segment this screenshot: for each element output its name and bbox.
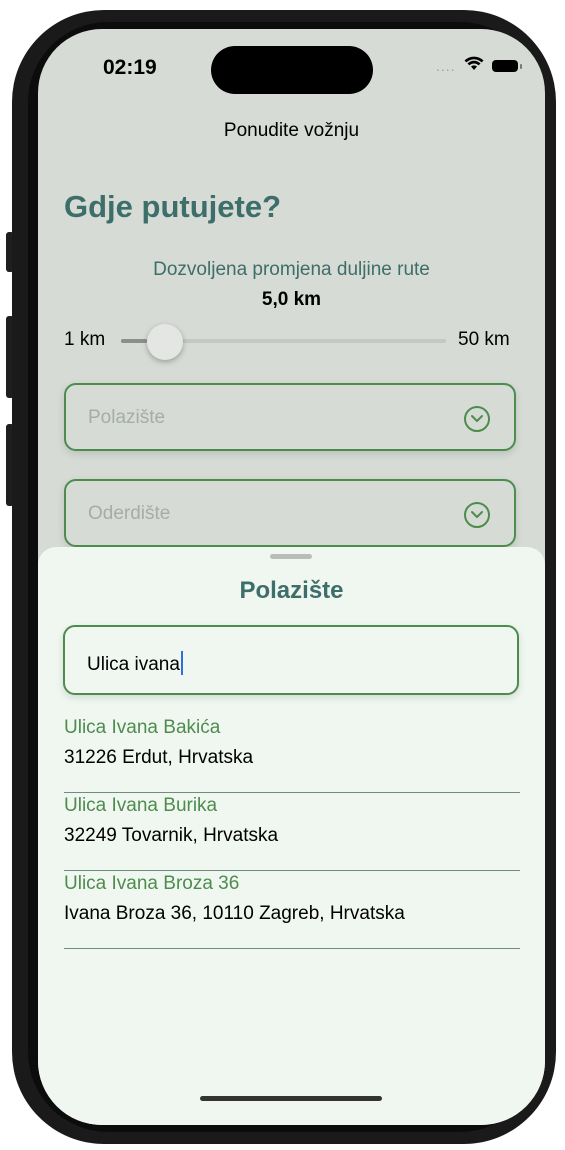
result-subtitle: Ivana Broza 36, 10110 Zagreb, Hrvatska: [64, 903, 405, 924]
nav-title: Ponudite vožnju: [223, 120, 360, 141]
sheet-grabber[interactable]: [270, 554, 312, 559]
route-change-label: Dozvoljena promjena duljine rute: [153, 259, 430, 280]
origin-placeholder: Polazište: [88, 407, 166, 428]
results-list: Ulica Ivana Bakića 31226 Erdut, Hrvatska…: [64, 715, 520, 949]
destination-placeholder: Oderdište: [88, 503, 171, 524]
slider-fill: [121, 339, 147, 343]
status-icons: ....: [436, 56, 522, 76]
list-item[interactable]: Ulica Ivana Bakića 31226 Erdut, Hrvatska: [64, 715, 520, 793]
route-change-value: 5,0 km: [261, 289, 322, 310]
wifi-icon: [464, 56, 484, 76]
destination-field[interactable]: Oderdište: [64, 479, 516, 547]
battery-icon: [491, 60, 522, 72]
result-subtitle: 32249 Tovarnik, Hrvatska: [64, 825, 279, 846]
signal-icon: ....: [436, 58, 456, 74]
list-item[interactable]: Ulica Ivana Burika 32249 Tovarnik, Hrvat…: [64, 793, 520, 871]
chevron-down-icon[interactable]: [464, 406, 490, 432]
slider-min-label: 1 km: [64, 329, 106, 350]
list-item[interactable]: Ulica Ivana Broza 36 Ivana Broza 36, 101…: [64, 871, 520, 949]
search-value: Ulica ivana: [87, 654, 180, 675]
sheet-title: Polazište: [239, 577, 344, 604]
dynamic-island: [211, 46, 373, 94]
slider-thumb[interactable]: [147, 324, 183, 360]
result-subtitle: 31226 Erdut, Hrvatska: [64, 747, 254, 768]
result-title: Ulica Ivana Broza 36: [64, 873, 240, 894]
status-time: 02:19: [103, 56, 157, 79]
page-title: Gdje putujete?: [64, 189, 281, 224]
search-input[interactable]: Ulica ivana: [63, 625, 519, 695]
bottom-sheet: Polazište Ulica ivana Ulica Ivana Bakića…: [38, 547, 545, 1125]
slider-max-label: 50 km: [458, 329, 510, 350]
result-title: Ulica Ivana Bakića: [64, 717, 221, 738]
result-title: Ulica Ivana Burika: [64, 795, 218, 816]
origin-field[interactable]: Polazište: [64, 383, 516, 451]
home-indicator[interactable]: [200, 1096, 382, 1101]
screen: 02:19 .... Ponudite vožnju Gdje putujete…: [38, 29, 545, 1125]
text-caret: [180, 651, 183, 675]
chevron-down-icon[interactable]: [464, 502, 490, 528]
